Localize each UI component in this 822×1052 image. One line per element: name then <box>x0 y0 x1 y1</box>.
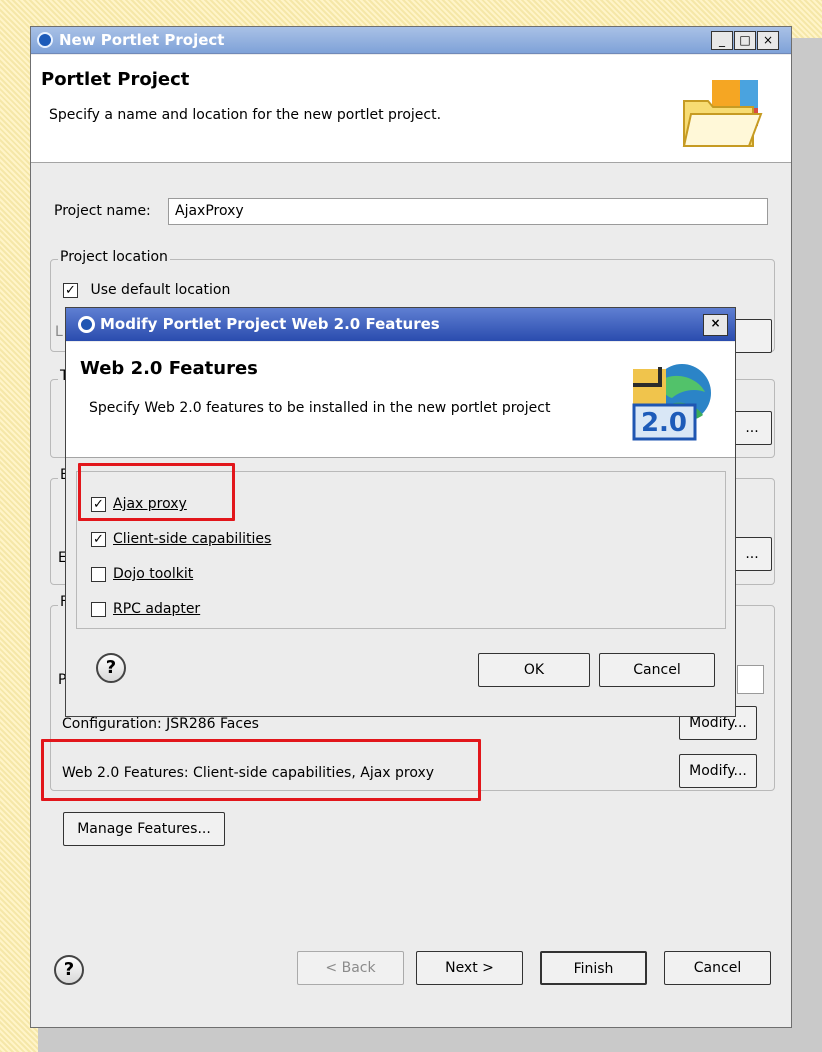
use-default-location-label: Use default location <box>90 282 231 298</box>
wizard-header: Portlet Project Specify a name and locat… <box>31 55 791 163</box>
feature-dojo-toolkit[interactable]: Dojo toolkit <box>91 566 193 582</box>
dialog-ok-button[interactable]: OK <box>478 653 590 687</box>
feature-label: RPC adapter <box>113 601 201 617</box>
cancel-button[interactable]: Cancel <box>664 951 771 985</box>
window-title: New Portlet Project <box>59 31 225 49</box>
use-default-location-checkbox[interactable]: ✓ <box>63 282 78 298</box>
portlet-folder-icon <box>682 80 763 147</box>
client-side-capabilities-checkbox[interactable]: ✓ <box>91 531 106 547</box>
dialog-subtitle: Specify Web 2.0 features to be installed… <box>89 400 551 416</box>
ear-project-button[interactable]: ... <box>732 537 772 571</box>
web20-features-dialog: Modify Portlet Project Web 2.0 Features … <box>65 307 736 717</box>
finish-button[interactable]: Finish <box>540 951 647 985</box>
maximize-button[interactable]: □ <box>734 31 756 50</box>
rpc-adapter-checkbox[interactable] <box>91 601 106 617</box>
minimize-button[interactable]: _ <box>711 31 733 50</box>
help-icon[interactable]: ? <box>54 955 84 985</box>
app-icon <box>37 32 53 48</box>
back-button[interactable]: < Back <box>297 951 404 985</box>
dialog-titlebar[interactable]: Modify Portlet Project Web 2.0 Features … <box>66 308 735 341</box>
feature-rpc-adapter[interactable]: RPC adapter <box>91 601 200 617</box>
ajax-proxy-highlight-box <box>78 463 235 521</box>
feature-client-side-capabilities[interactable]: ✓ Client-side capabilities <box>91 531 271 547</box>
project-name-input[interactable]: AjaxProxy <box>168 198 768 225</box>
dialog-app-icon <box>78 316 95 333</box>
manage-features-button[interactable]: Manage Features... <box>63 812 225 846</box>
web20-globe-icon: 2.0 <box>632 364 711 441</box>
dialog-heading: Web 2.0 Features <box>80 358 258 379</box>
dialog-header: Web 2.0 Features Specify Web 2.0 feature… <box>66 342 735 458</box>
dojo-toolkit-checkbox[interactable] <box>91 566 106 582</box>
page-subtitle: Specify a name and location for the new … <box>49 107 442 123</box>
web20-icon-label: 2.0 <box>641 408 687 438</box>
feature-label: Client-side capabilities <box>113 531 272 547</box>
page-title: Portlet Project <box>41 69 190 90</box>
next-button[interactable]: Next > <box>416 951 523 985</box>
configuration-label: Configuration: JSR286 Faces <box>62 716 259 732</box>
window-titlebar[interactable]: New Portlet Project _ □ × <box>31 27 791 54</box>
location-label-partial: L <box>55 324 63 340</box>
dialog-cancel-button[interactable]: Cancel <box>599 653 715 687</box>
dialog-close-button[interactable]: × <box>703 314 728 336</box>
use-default-location-row[interactable]: ✓ Use default location <box>63 282 230 298</box>
close-button[interactable]: × <box>757 31 779 50</box>
modify-web20-button[interactable]: Modify... <box>679 754 757 788</box>
project-name-label: Project name: <box>54 203 151 219</box>
target-runtime-button[interactable]: ... <box>732 411 772 445</box>
portlet-name-input-partial[interactable] <box>737 665 764 694</box>
feature-label: Dojo toolkit <box>113 566 194 582</box>
project-location-label: Project location <box>58 249 170 265</box>
web20-highlight-box <box>41 739 481 801</box>
dialog-title: Modify Portlet Project Web 2.0 Features <box>100 315 440 333</box>
browse-location-button[interactable] <box>732 319 772 353</box>
dialog-help-icon[interactable]: ? <box>96 653 126 683</box>
